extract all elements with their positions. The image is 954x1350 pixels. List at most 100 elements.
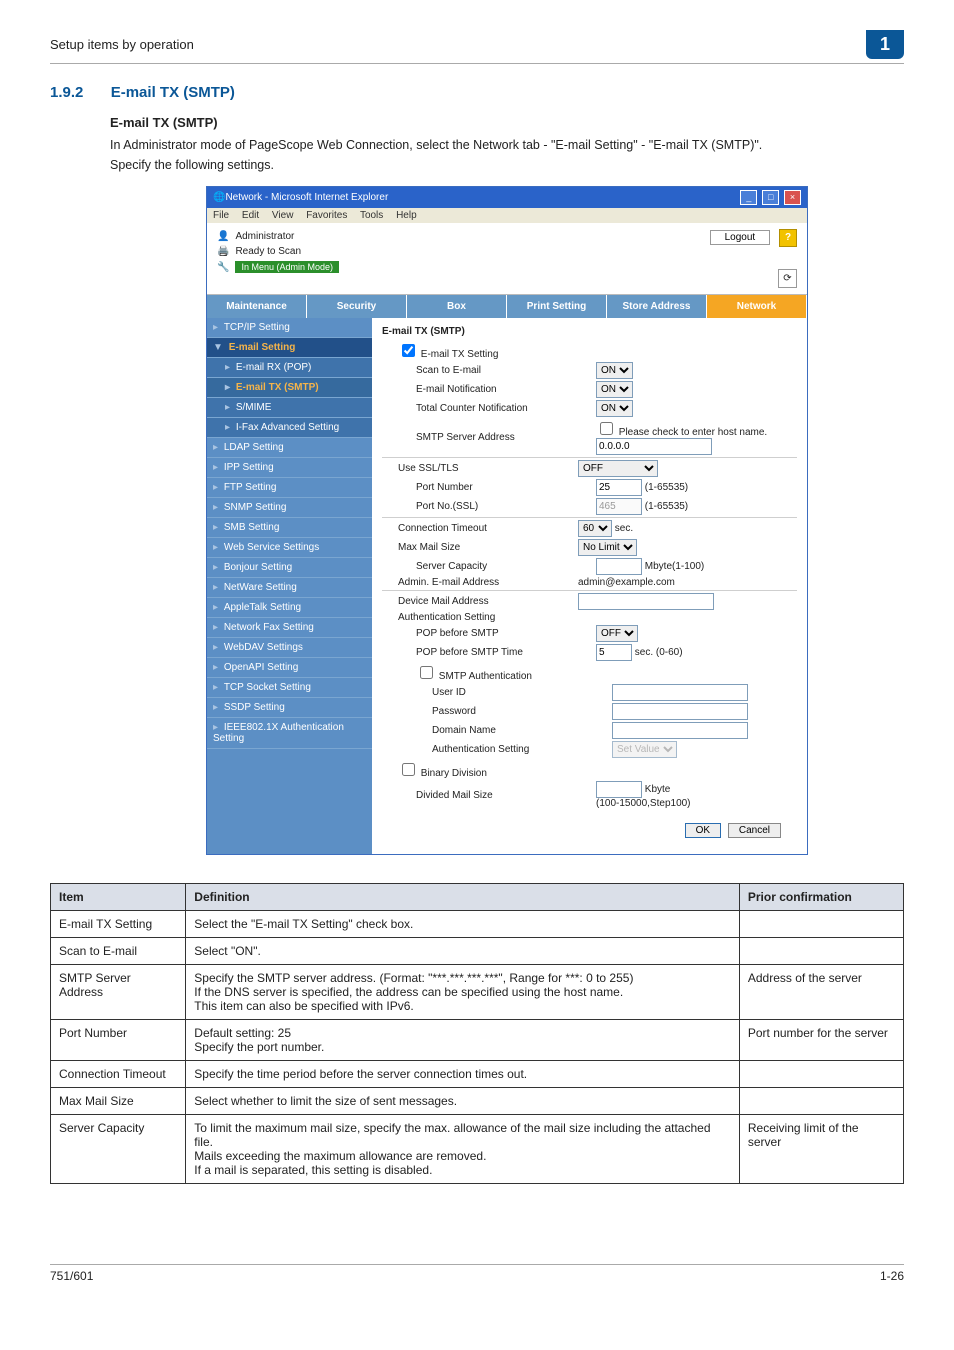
sidebar-item-e-mail-setting[interactable]: ▼ E-mail Setting bbox=[207, 338, 372, 358]
sidebar-item-ftp-setting[interactable]: ▸ FTP Setting bbox=[207, 478, 372, 498]
reload-icon[interactable]: ⟳ bbox=[778, 269, 797, 288]
close-button[interactable]: × bbox=[784, 190, 801, 205]
table-row: E-mail TX SettingSelect the "E-mail TX S… bbox=[51, 911, 904, 938]
pop-time-input[interactable] bbox=[596, 644, 632, 661]
footer-right: 1-26 bbox=[880, 1269, 904, 1283]
section-heading: 1.9.2 E-mail TX (SMTP) bbox=[50, 84, 904, 101]
smtp-address-input[interactable] bbox=[596, 438, 712, 455]
cell-item: Port Number bbox=[51, 1020, 186, 1061]
content-area: E-mail TX (SMTP) E-mail TX Setting Scan … bbox=[372, 318, 807, 854]
cell-prior bbox=[739, 1061, 903, 1088]
smtp-hostname-checkbox[interactable] bbox=[600, 422, 613, 435]
menu-help[interactable]: Help bbox=[396, 210, 417, 221]
sidebar-item-snmp-setting[interactable]: ▸ SNMP Setting bbox=[207, 498, 372, 518]
sidebar-item-ssdp-setting[interactable]: ▸ SSDP Setting bbox=[207, 698, 372, 718]
server-capacity-input[interactable] bbox=[596, 558, 642, 575]
max-mail-select[interactable]: No Limit bbox=[578, 539, 637, 556]
menu-file[interactable]: File bbox=[213, 210, 229, 221]
table-row: Port NumberDefault setting: 25 Specify t… bbox=[51, 1020, 904, 1061]
menu-tools[interactable]: Tools bbox=[360, 210, 383, 221]
chevron-icon: ▸ bbox=[225, 362, 233, 373]
menu-edit[interactable]: Edit bbox=[242, 210, 259, 221]
email-tx-setting-checkbox[interactable] bbox=[402, 344, 415, 357]
sidebar-item-tcp-socket-setting[interactable]: ▸ TCP Socket Setting bbox=[207, 678, 372, 698]
sidebar-item-smb-setting[interactable]: ▸ SMB Setting bbox=[207, 518, 372, 538]
admin-email-value: admin@example.com bbox=[578, 577, 797, 588]
window-titlebar: 🌐 Network - Microsoft Internet Explorer … bbox=[207, 187, 807, 208]
use-ssl-label: Use SSL/TLS bbox=[382, 463, 578, 474]
para-1: In Administrator mode of PageScope Web C… bbox=[110, 138, 904, 152]
maximize-button[interactable]: □ bbox=[762, 190, 779, 205]
admin-email-label: Admin. E-mail Address bbox=[382, 577, 578, 588]
tab-network[interactable]: Network bbox=[707, 295, 807, 318]
sidebar-item-e-mail-rx-pop-[interactable]: ▸ E-mail RX (POP) bbox=[207, 358, 372, 378]
device-email-input[interactable] bbox=[578, 593, 714, 610]
max-mail-label: Max Mail Size bbox=[382, 542, 578, 553]
port-number-input[interactable] bbox=[596, 479, 642, 496]
chevron-icon: ▸ bbox=[213, 682, 221, 693]
sidebar-item-network-fax-setting[interactable]: ▸ Network Fax Setting bbox=[207, 618, 372, 638]
sidebar-item-s-mime[interactable]: ▸ S/MIME bbox=[207, 398, 372, 418]
menu-favorites[interactable]: Favorites bbox=[306, 210, 347, 221]
cancel-button[interactable]: Cancel bbox=[728, 823, 781, 838]
divided-input[interactable] bbox=[596, 781, 642, 798]
smtp-auth-checkbox[interactable] bbox=[420, 666, 433, 679]
port-ssl-hint: (1-65535) bbox=[645, 501, 688, 512]
sidebar-item-appletalk-setting[interactable]: ▸ AppleTalk Setting bbox=[207, 598, 372, 618]
tab-security[interactable]: Security bbox=[307, 295, 407, 318]
total-counter-select[interactable]: ON bbox=[596, 400, 633, 417]
sidebar-item-ldap-setting[interactable]: ▸ LDAP Setting bbox=[207, 438, 372, 458]
chevron-icon: ▸ bbox=[225, 422, 233, 433]
tab-print-setting[interactable]: Print Setting bbox=[507, 295, 607, 318]
cell-definition: Default setting: 25 Specify the port num… bbox=[186, 1020, 740, 1061]
sidebar-item-openapi-setting[interactable]: ▸ OpenAPI Setting bbox=[207, 658, 372, 678]
tab-store-address[interactable]: Store Address bbox=[607, 295, 707, 318]
divided-hint: (100-15000,Step100) bbox=[596, 798, 691, 809]
th-item: Item bbox=[51, 884, 186, 911]
ok-button[interactable]: OK bbox=[685, 823, 721, 838]
content-title: E-mail TX (SMTP) bbox=[382, 326, 797, 337]
scan-to-email-select[interactable]: ON bbox=[596, 362, 633, 379]
sidebar-item-ipp-setting[interactable]: ▸ IPP Setting bbox=[207, 458, 372, 478]
page-footer: 751/601 1-26 bbox=[50, 1264, 904, 1283]
user-id-label: User ID bbox=[382, 687, 612, 698]
sidebar: ▸ TCP/IP Setting▼ E-mail Setting▸ E-mail… bbox=[207, 318, 372, 854]
password-input[interactable] bbox=[612, 703, 748, 720]
conn-timeout-select[interactable]: 60 bbox=[578, 520, 612, 537]
sidebar-item-tcp-ip-setting[interactable]: ▸ TCP/IP Setting bbox=[207, 318, 372, 338]
menu-view[interactable]: View bbox=[272, 210, 294, 221]
email-notification-select[interactable]: ON bbox=[596, 381, 633, 398]
sidebar-item-netware-setting[interactable]: ▸ NetWare Setting bbox=[207, 578, 372, 598]
binary-checkbox[interactable] bbox=[402, 763, 415, 776]
scan-to-email-label: Scan to E-mail bbox=[382, 365, 596, 376]
smtp-hostname-hint: Please check to enter host name. bbox=[619, 427, 767, 438]
logout-button[interactable]: Logout bbox=[710, 230, 771, 245]
sidebar-item-bonjour-setting[interactable]: ▸ Bonjour Setting bbox=[207, 558, 372, 578]
cell-definition: To limit the maximum mail size, specify … bbox=[186, 1115, 740, 1184]
smtp-auth-label: SMTP Authentication bbox=[439, 671, 532, 682]
cell-item: Scan to E-mail bbox=[51, 938, 186, 965]
pop-before-select[interactable]: OFF bbox=[596, 625, 638, 642]
tab-maintenance[interactable]: Maintenance bbox=[207, 295, 307, 318]
status-ready: Ready to Scan bbox=[235, 246, 301, 257]
definitions-table: Item Definition Prior confirmation E-mai… bbox=[50, 883, 904, 1184]
help-icon[interactable]: ? bbox=[779, 229, 797, 247]
minimize-button[interactable]: _ bbox=[740, 190, 757, 205]
sidebar-item-web-service-settings[interactable]: ▸ Web Service Settings bbox=[207, 538, 372, 558]
cell-prior bbox=[739, 1088, 903, 1115]
sidebar-item-webdav-settings[interactable]: ▸ WebDAV Settings bbox=[207, 638, 372, 658]
cell-item: Max Mail Size bbox=[51, 1088, 186, 1115]
tab-row: MaintenanceSecurityBoxPrint SettingStore… bbox=[207, 295, 807, 318]
cell-prior: Receiving limit of the server bbox=[739, 1115, 903, 1184]
use-ssl-select[interactable]: OFF bbox=[578, 460, 658, 477]
user-id-input[interactable] bbox=[612, 684, 748, 701]
sidebar-item-i-fax-advanced-setting[interactable]: ▸ I-Fax Advanced Setting bbox=[207, 418, 372, 438]
domain-input[interactable] bbox=[612, 722, 748, 739]
chevron-icon: ▸ bbox=[213, 482, 221, 493]
admin-label: Administrator bbox=[235, 231, 294, 242]
binary-label: Binary Division bbox=[421, 768, 487, 779]
sidebar-item-ieee802-1x-authentication-setting[interactable]: ▸ IEEE802.1X Authentication Setting bbox=[207, 718, 372, 749]
tab-box[interactable]: Box bbox=[407, 295, 507, 318]
browser-menubar[interactable]: File Edit View Favorites Tools Help bbox=[207, 208, 807, 223]
sidebar-item-e-mail-tx-smtp-[interactable]: ▸ E-mail TX (SMTP) bbox=[207, 378, 372, 398]
